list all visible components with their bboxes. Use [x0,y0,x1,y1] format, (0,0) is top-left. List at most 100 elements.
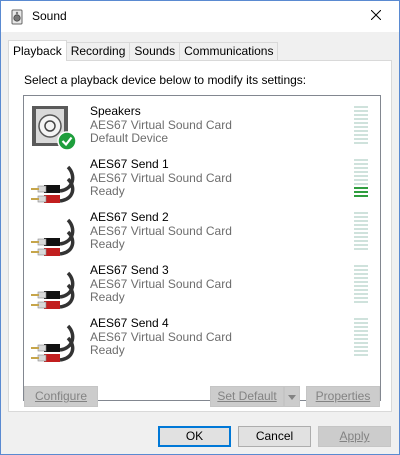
meter-segment [354,187,368,189]
meter-segment [354,248,368,250]
meter-segment [354,159,368,161]
meter-segment [354,232,368,234]
meter-segment [354,240,368,242]
device-aes67-send-1[interactable]: AES67 Send 1 AES67 Virtual Sound Card Re… [24,153,380,206]
meter-segment [354,212,368,214]
meter-segment [354,110,368,112]
meter-segment [354,265,368,267]
device-status: Default Device [90,131,169,145]
rca-cable-icon [30,157,78,205]
meter-segment [354,130,368,132]
level-meter [354,212,368,254]
level-meter [354,318,368,360]
meter-segment [354,220,368,222]
apply-button[interactable]: Apply [318,426,391,447]
meter-segment [354,122,368,124]
meter-segment [354,183,368,185]
device-driver: AES67 Virtual Sound Card [90,118,232,132]
speaker-icon [30,104,78,152]
window-title: Sound [32,9,67,23]
meter-segment [354,163,368,165]
device-status: Ready [90,290,125,304]
device-driver: AES67 Virtual Sound Card [90,277,232,291]
meter-segment [354,342,368,344]
meter-segment [354,106,368,108]
meter-segment [354,350,368,352]
meter-segment [354,236,368,238]
rca-cable-icon [30,210,78,258]
ok-button[interactable]: OK [158,426,231,447]
set-default-label: Set Default [217,389,277,403]
device-status: Ready [90,343,125,357]
device-aes67-send-4[interactable]: AES67 Send 4 AES67 Virtual Sound Card Re… [24,312,380,365]
meter-segment [354,334,368,336]
sound-dialog: Sound Playback Recording Sounds Communic… [0,0,400,455]
meter-segment [354,289,368,291]
meter-segment [354,338,368,340]
cancel-button[interactable]: Cancel [238,426,311,447]
meter-segment [354,297,368,299]
meter-segment [354,301,368,303]
meter-segment [354,244,368,246]
rca-cable-icon [30,263,78,311]
default-check-badge [57,131,77,151]
meter-segment [354,118,368,120]
meter-segment [354,273,368,275]
device-driver: AES67 Virtual Sound Card [90,224,232,238]
device-name: AES67 Send 3 [90,263,169,277]
meter-segment [354,216,368,218]
device-status: Ready [90,237,125,251]
device-aes67-send-3[interactable]: AES67 Send 3 AES67 Virtual Sound Card Re… [24,259,380,312]
meter-segment [354,142,368,144]
meter-segment [354,277,368,279]
close-icon [370,9,382,23]
device-list[interactable]: Speakers AES67 Virtual Sound Card Defaul… [23,95,381,401]
device-name: Speakers [90,104,141,118]
chevron-down-icon [288,389,296,403]
tab-communications[interactable]: Communications [179,42,279,61]
configure-button[interactable]: Configure [24,386,98,407]
meter-segment [354,134,368,136]
set-default-button[interactable]: Set Default [210,386,284,407]
level-meter [354,265,368,307]
meter-segment [354,346,368,348]
properties-label: Properties [315,389,371,403]
meter-segment [354,175,368,177]
playback-prompt: Select a playback device below to modify… [24,73,307,87]
rca-cable-icon [30,316,78,364]
properties-button[interactable]: Properties [306,386,380,407]
meter-segment [354,326,368,328]
meter-segment [354,285,368,287]
tab-recording[interactable]: Recording [65,42,131,61]
sound-app-icon [9,9,25,25]
meter-segment [354,191,368,193]
device-name: AES67 Send 4 [90,316,169,330]
playback-panel: Select a playback device below to modify… [8,60,392,412]
level-meter [354,106,368,148]
meter-segment [354,167,368,169]
device-aes67-send-2[interactable]: AES67 Send 2 AES67 Virtual Sound Card Re… [24,206,380,259]
set-default-dropdown-button[interactable] [284,386,300,407]
meter-segment [354,293,368,295]
configure-label: Configure [34,389,88,403]
apply-label: Apply [339,429,370,443]
meter-segment [354,269,368,271]
meter-segment [354,330,368,332]
meter-segment [354,114,368,116]
device-driver: AES67 Virtual Sound Card [90,330,232,344]
title-bar: Sound [1,1,399,32]
tab-sounds[interactable]: Sounds [129,42,181,61]
meter-segment [354,281,368,283]
meter-segment [354,228,368,230]
device-speakers[interactable]: Speakers AES67 Virtual Sound Card Defaul… [24,100,380,153]
tab-playback[interactable]: Playback [8,40,67,61]
device-name: AES67 Send 2 [90,210,169,224]
device-driver: AES67 Virtual Sound Card [90,171,232,185]
close-button[interactable] [353,1,399,31]
meter-segment [354,138,368,140]
meter-segment [354,195,368,197]
meter-segment [354,126,368,128]
meter-segment [354,171,368,173]
level-meter [354,159,368,201]
device-name: AES67 Send 1 [90,157,169,171]
